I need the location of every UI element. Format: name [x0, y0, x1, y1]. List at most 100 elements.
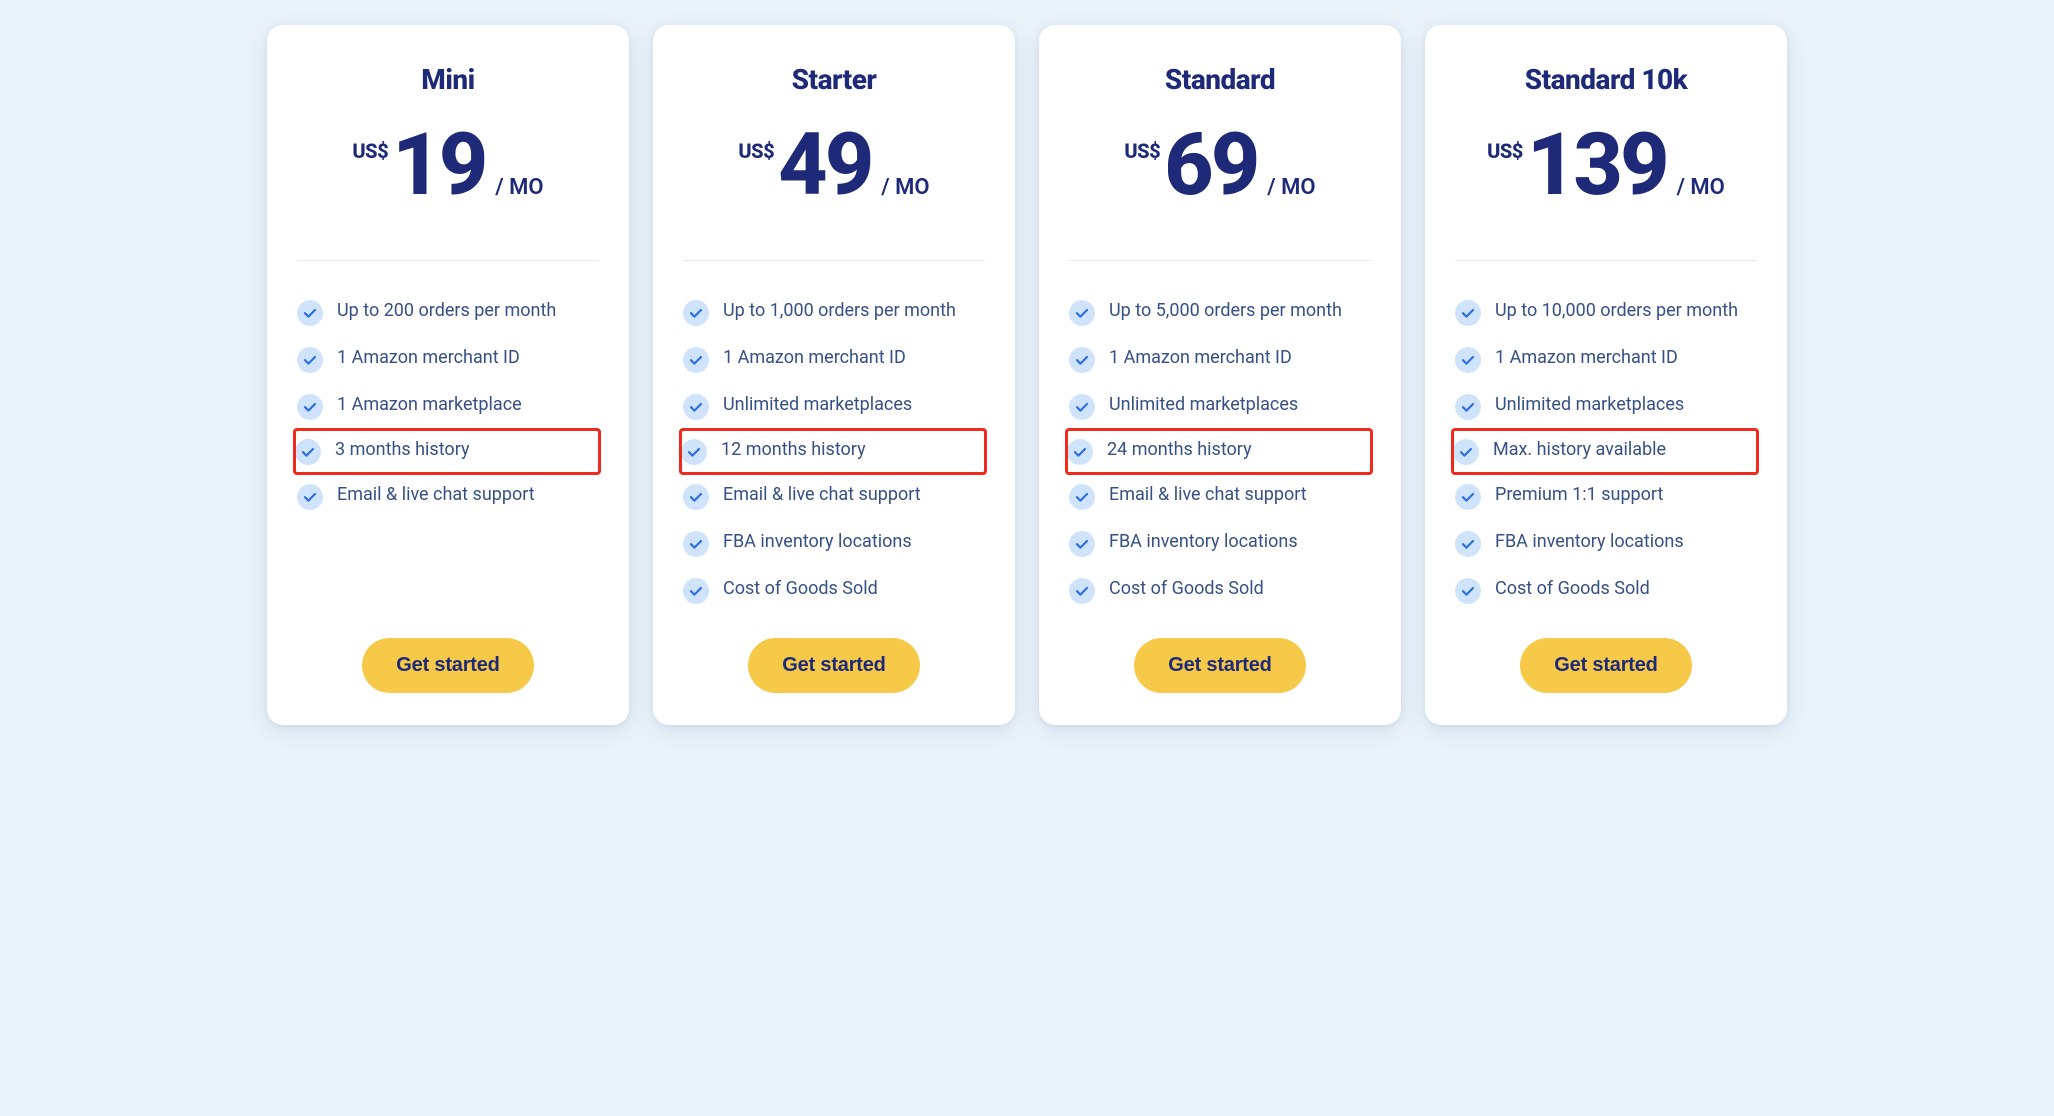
plan-currency: US$	[1487, 139, 1523, 163]
feature-item: Email & live chat support	[297, 473, 599, 520]
feature-item-highlighted: Max. history available	[1453, 430, 1757, 473]
check-icon	[683, 300, 709, 326]
check-icon	[1069, 484, 1095, 510]
check-icon	[1455, 347, 1481, 373]
check-icon	[297, 347, 323, 373]
feature-item: FBA inventory locations	[1069, 520, 1371, 567]
feature-text: 24 months history	[1107, 438, 1252, 462]
pricing-card: Standard US$69/ MO Up to 5,000 orders per …	[1039, 25, 1401, 725]
check-icon	[297, 484, 323, 510]
check-icon	[1069, 531, 1095, 557]
feature-item: Email & live chat support	[1069, 473, 1371, 520]
feature-item: 1 Amazon merchant ID	[1455, 336, 1757, 383]
divider	[683, 260, 985, 261]
plan-period: / MO	[881, 175, 929, 200]
plan-price: US$19 / MO	[297, 122, 599, 208]
check-icon	[1455, 531, 1481, 557]
feature-item: Cost of Goods Sold	[1069, 567, 1371, 614]
feature-item: Unlimited marketplaces	[1069, 383, 1371, 430]
feature-item: Email & live chat support	[683, 473, 985, 520]
feature-item-highlighted: 3 months history	[295, 430, 599, 473]
plan-price: US$49 / MO	[683, 122, 985, 208]
plan-price: US$139/ MO	[1455, 122, 1757, 208]
check-icon	[1067, 439, 1093, 465]
feature-item: 1 Amazon marketplace	[297, 383, 599, 430]
check-icon	[1069, 300, 1095, 326]
check-icon	[1455, 578, 1481, 604]
feature-text: 1 Amazon marketplace	[337, 393, 522, 417]
feature-text: Premium 1:1 support	[1495, 483, 1663, 507]
feature-item: Up to 10,000 orders per month	[1455, 289, 1757, 336]
feature-list: Up to 10,000 orders per month 1 Amazon me…	[1455, 289, 1757, 614]
check-icon	[1069, 578, 1095, 604]
cta-wrap: Get started	[683, 638, 985, 693]
check-icon	[683, 347, 709, 373]
feature-text: 1 Amazon merchant ID	[337, 346, 520, 370]
divider	[297, 260, 599, 261]
feature-list: Up to 200 orders per month1 Amazon merch…	[297, 289, 599, 614]
plan-currency: US$	[1124, 139, 1160, 163]
check-icon	[1069, 394, 1095, 420]
check-icon	[683, 531, 709, 557]
pricing-card: Mini US$19 / MO Up to 200 orders per month1…	[267, 25, 629, 725]
get-started-button[interactable]: Get started	[1134, 638, 1305, 693]
get-started-button[interactable]: Get started	[362, 638, 533, 693]
feature-text: Up to 1,000 orders per month	[723, 299, 956, 323]
feature-item: Up to 5,000 orders per month	[1069, 289, 1371, 336]
feature-item: 1 Amazon merchant ID	[683, 336, 985, 383]
plan-period: / MO	[1267, 175, 1315, 200]
feature-text: Email & live chat support	[1109, 483, 1307, 507]
feature-text: Email & live chat support	[337, 483, 535, 507]
feature-list: Up to 5,000 orders per month1 Amazon mer…	[1069, 289, 1371, 614]
check-icon	[683, 394, 709, 420]
feature-text: Cost of Goods Sold	[1109, 577, 1264, 601]
plan-price: US$69/ MO	[1069, 122, 1371, 208]
check-icon	[681, 439, 707, 465]
feature-text: Email & live chat support	[723, 483, 921, 507]
feature-text: Unlimited marketplaces	[1109, 393, 1298, 417]
feature-item: FBA inventory locations	[683, 520, 985, 567]
plan-name: Starter	[683, 63, 985, 96]
check-icon	[683, 484, 709, 510]
feature-item: Cost of Goods Sold	[683, 567, 985, 614]
feature-item: FBA inventory locations	[1455, 520, 1757, 567]
feature-text: 3 months history	[335, 438, 469, 462]
plan-amount: 49	[778, 122, 871, 208]
plan-amount: 19	[392, 122, 485, 208]
plan-name: Standard	[1069, 63, 1371, 96]
check-icon	[683, 578, 709, 604]
plan-name: Standard 10k	[1455, 63, 1757, 96]
pricing-card: Starter US$49 / MO Up to 1,000 orders per m…	[653, 25, 1015, 725]
cta-wrap: Get started	[1069, 638, 1371, 693]
feature-text: Up to 10,000 orders per month	[1495, 299, 1738, 323]
plan-period: / MO	[495, 175, 543, 200]
divider	[1455, 260, 1757, 261]
divider	[1069, 260, 1371, 261]
cta-wrap: Get started	[1455, 638, 1757, 693]
feature-item-highlighted: 12 months history	[681, 430, 985, 473]
plan-name: Mini	[297, 63, 599, 96]
check-icon	[1069, 347, 1095, 373]
check-icon	[1453, 439, 1479, 465]
plan-amount: 139	[1527, 122, 1667, 208]
get-started-button[interactable]: Get started	[748, 638, 919, 693]
check-icon	[1455, 394, 1481, 420]
feature-text: Max. history available	[1493, 438, 1666, 462]
feature-item: Unlimited marketplaces	[1455, 383, 1757, 430]
plan-currency: US$	[352, 139, 388, 163]
cta-wrap: Get started	[297, 638, 599, 693]
feature-text: FBA inventory locations	[1109, 530, 1298, 554]
feature-item: Up to 1,000 orders per month	[683, 289, 985, 336]
feature-text: 1 Amazon merchant ID	[723, 346, 906, 370]
check-icon	[1455, 484, 1481, 510]
pricing-plans-container: MiniUS$19/ MOUp to 200 orders per month1…	[267, 25, 1787, 725]
feature-item: Cost of Goods Sold	[1455, 567, 1757, 614]
feature-item: Premium 1:1 support	[1455, 473, 1757, 520]
check-icon	[297, 300, 323, 326]
feature-text: Unlimited marketplaces	[723, 393, 912, 417]
feature-text: Cost of Goods Sold	[723, 577, 878, 601]
feature-item: Unlimited marketplaces	[683, 383, 985, 430]
get-started-button[interactable]: Get started	[1520, 638, 1691, 693]
feature-list: Up to 1,000 orders per month 1 Amazon mer…	[683, 289, 985, 614]
plan-currency: US$	[738, 139, 774, 163]
